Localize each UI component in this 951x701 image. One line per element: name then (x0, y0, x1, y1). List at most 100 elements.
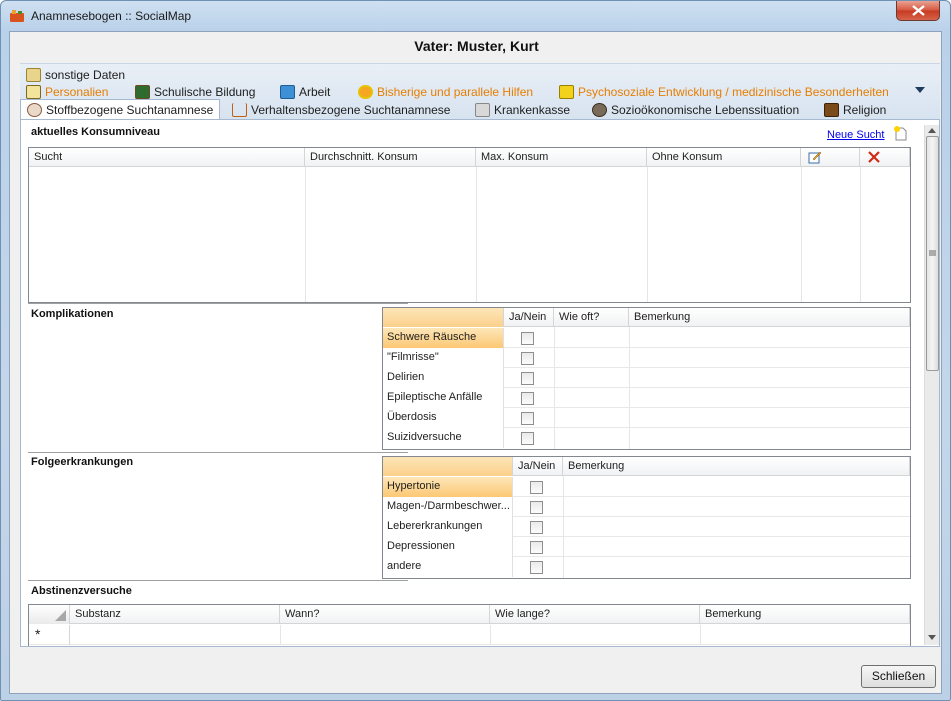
ja-nein-checkbox[interactable] (530, 561, 543, 574)
konsum-grid[interactable]: Sucht Durchschnitt. Konsum Max. Konsum O… (28, 147, 911, 303)
column-header-bemerkung[interactable]: Bemerkung (563, 457, 910, 476)
tab-sonstige-daten[interactable]: sonstige Daten (26, 66, 125, 84)
folgeerkrankungen-grid[interactable]: Ja/Nein Bemerkung Hypertonie Magen-/Darm… (382, 456, 911, 579)
table-row[interactable]: Depressionen (383, 537, 910, 557)
table-row[interactable]: Epileptische Anfälle (383, 388, 910, 408)
work-icon (280, 85, 295, 99)
vertical-scrollbar[interactable] (924, 125, 939, 645)
row-header-corner (383, 457, 513, 476)
tab-label: Religion (843, 103, 887, 117)
select-all-corner[interactable] (29, 605, 70, 624)
row-label: Überdosis (383, 408, 504, 428)
folgeerkrankungen-grid-header: Ja/Nein Bemerkung (383, 457, 910, 476)
new-document-icon[interactable] (893, 125, 907, 141)
tab-bisherige-hilfen[interactable]: Bisherige und parallele Hilfen (358, 83, 533, 101)
tab-krankenkasse[interactable]: Krankenkasse (475, 101, 570, 119)
tab-label: Psychosoziale Entwicklung / medizinische… (578, 85, 889, 99)
close-button[interactable]: Schließen (861, 665, 936, 688)
row-label: "Filmrisse" (383, 348, 504, 368)
ja-nein-checkbox[interactable] (521, 332, 534, 345)
column-header-bemerkung[interactable]: Bemerkung (629, 308, 910, 327)
konsum-section-title: aktuelles Konsumniveau (31, 126, 160, 138)
people-icon (559, 85, 574, 99)
scrollbar-thumb[interactable] (926, 136, 939, 371)
column-header-durchschnitt-konsum[interactable]: Durchschnitt. Konsum (305, 148, 476, 167)
scroll-down-icon[interactable] (928, 635, 936, 640)
ja-nein-checkbox[interactable] (530, 501, 543, 514)
ja-nein-checkbox[interactable] (521, 352, 534, 365)
row-label: Magen-/Darmbeschwer... (383, 497, 513, 517)
ja-nein-checkbox[interactable] (530, 481, 543, 494)
tab-psychosoziale-entwicklung[interactable]: Psychosoziale Entwicklung / medizinische… (559, 83, 889, 101)
tab-soziooekonomische-lebenssituation[interactable]: Sozioökonomische Lebenssituation (592, 101, 799, 119)
table-row[interactable]: Hypertonie (383, 477, 910, 497)
tab-stoffbezogene-suchtanamnese[interactable]: Stoffbezogene Suchtanamnese (20, 99, 221, 120)
person-header: Vater: Muster, Kurt (414, 38, 539, 54)
row-label: Depressionen (383, 537, 513, 557)
tab-verhaltensbezogene-suchtanamnese[interactable]: Verhaltensbezogene Suchtanamnese (232, 101, 450, 119)
column-header-sucht[interactable]: Sucht (29, 148, 305, 167)
id-card-icon (26, 85, 41, 99)
tab-label: Sozioökonomische Lebenssituation (611, 103, 800, 117)
tab-label: Bisherige und parallele Hilfen (377, 85, 534, 99)
row-label: Schwere Räusche (383, 328, 504, 348)
building-icon (475, 103, 490, 117)
abstinenz-grid[interactable]: Substanz Wann? Wie lange? Bemerkung * (28, 604, 911, 646)
konsum-grid-header: Sucht Durchschnitt. Konsum Max. Konsum O… (29, 148, 910, 167)
tab-label: Personalien (45, 85, 109, 99)
komplikationen-grid-header: Ja/Nein Wie oft? Bemerkung (383, 308, 910, 327)
neue-sucht-link[interactable]: Neue Sucht (827, 129, 884, 141)
ja-nein-checkbox[interactable] (530, 521, 543, 534)
cart-icon (232, 103, 247, 117)
komplikationen-grid[interactable]: Ja/Nein Wie oft? Bemerkung Schwere Räusc… (382, 307, 911, 450)
table-row[interactable]: Delirien (383, 368, 910, 388)
tab-label: Arbeit (299, 85, 331, 99)
table-row[interactable]: "Filmrisse" (383, 348, 910, 368)
column-header-ja-nein[interactable]: Ja/Nein (513, 457, 563, 476)
tab-strip: sonstige Daten Personalien Schulische Bi… (20, 63, 940, 120)
delete-icon[interactable] (867, 150, 881, 164)
window: Anamnesebogen :: SocialMap Vater: Muster… (0, 0, 951, 701)
column-header-ja-nein[interactable]: Ja/Nein (504, 308, 554, 327)
folgeerkrankungen-section-title: Folgeerkrankungen (31, 456, 134, 468)
ja-nein-checkbox[interactable] (521, 372, 534, 385)
new-row[interactable]: * (29, 625, 910, 645)
chevron-down-icon[interactable] (915, 87, 925, 93)
column-header-substanz[interactable]: Substanz (70, 605, 280, 624)
ja-nein-checkbox[interactable] (521, 412, 534, 425)
tab-arbeit[interactable]: Arbeit (280, 83, 330, 101)
window-close-button[interactable] (896, 1, 940, 21)
table-row[interactable]: Suizidversuche (383, 428, 910, 448)
row-label: Hypertonie (383, 477, 513, 497)
ja-nein-checkbox[interactable] (530, 541, 543, 554)
tab-religion[interactable]: Religion (824, 101, 886, 119)
column-header-bemerkung[interactable]: Bemerkung (700, 605, 910, 624)
column-header-wie-lange[interactable]: Wie lange? (490, 605, 700, 624)
chalkboard-icon (135, 85, 150, 99)
table-row[interactable]: Schwere Räusche (383, 328, 910, 348)
column-header-ohne-konsum[interactable]: Ohne Konsum (647, 148, 801, 167)
tab-label: Stoffbezogene Suchtanamnese (46, 103, 214, 117)
abstinenz-section-title: Abstinenzversuche (31, 585, 132, 597)
table-row[interactable]: Magen-/Darmbeschwer... (383, 497, 910, 517)
edit-icon[interactable] (808, 150, 822, 164)
row-header-corner (383, 308, 504, 327)
row-label: andere (383, 557, 513, 577)
table-row[interactable]: Überdosis (383, 408, 910, 428)
ja-nein-checkbox[interactable] (521, 392, 534, 405)
book-icon (824, 103, 839, 117)
column-header-wie-oft[interactable]: Wie oft? (554, 308, 629, 327)
table-row[interactable]: andere (383, 557, 910, 577)
column-header-delete (860, 148, 910, 167)
row-label: Delirien (383, 368, 504, 388)
app-icon (10, 10, 24, 22)
scroll-up-icon[interactable] (928, 128, 936, 133)
column-header-wann[interactable]: Wann? (280, 605, 490, 624)
people-icon (592, 103, 607, 117)
column-header-max-konsum[interactable]: Max. Konsum (476, 148, 647, 167)
row-label: Suizidversuche (383, 428, 504, 448)
tab-label: Schulische Bildung (154, 85, 256, 99)
table-row[interactable]: Lebererkrankungen (383, 517, 910, 537)
new-row-marker: * (29, 625, 70, 645)
ja-nein-checkbox[interactable] (521, 432, 534, 445)
